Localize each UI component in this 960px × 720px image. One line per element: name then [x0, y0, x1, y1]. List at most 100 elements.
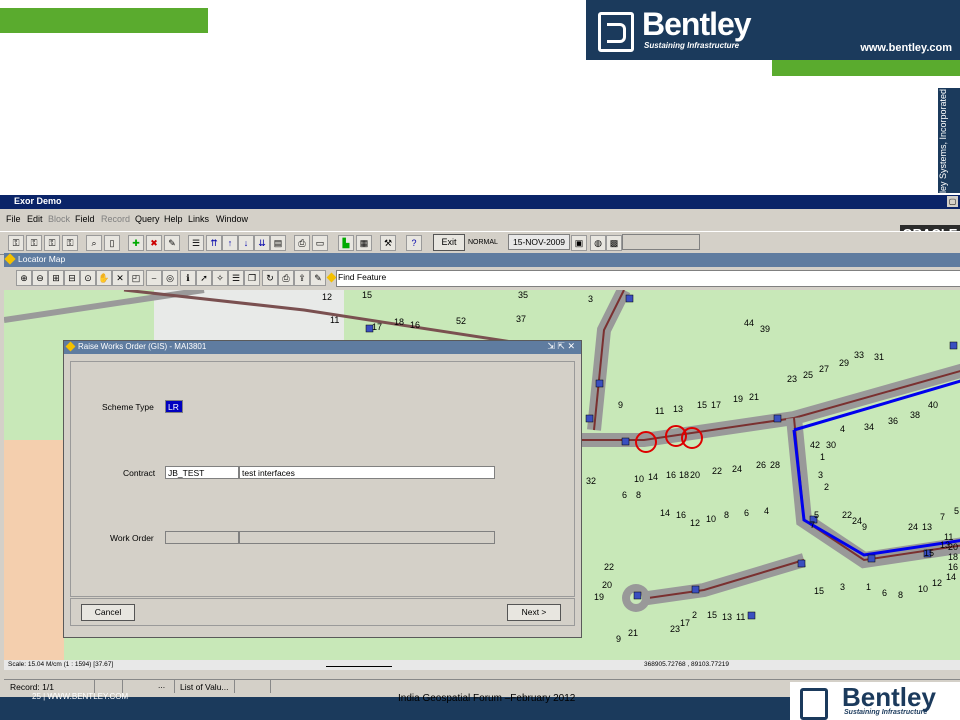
zoom-out-icon[interactable]: ⊖ — [32, 270, 48, 286]
export-icon[interactable]: ⇪ — [294, 270, 310, 286]
coordinates-text: 368905.72768 , 89103.77219 — [644, 661, 729, 668]
tag-icon[interactable]: ✧ — [212, 270, 228, 286]
first-record-icon[interactable]: ⇈ — [206, 235, 222, 251]
map-house-number: 13 — [722, 612, 732, 622]
info-icon[interactable]: ℹ — [180, 270, 196, 286]
dialog-window-controls[interactable]: ⇲ ⇱ ✕ — [547, 341, 575, 352]
grid-icon[interactable]: ▩ — [606, 235, 622, 251]
map-house-number: 17 — [711, 400, 721, 410]
document-icon[interactable]: ▯ — [104, 235, 120, 251]
exit-button[interactable]: Exit — [433, 234, 465, 251]
select-point-icon[interactable]: ◎ — [162, 270, 178, 286]
menu-field[interactable]: Field — [75, 214, 95, 224]
map-house-number: 42 — [810, 440, 820, 450]
contract-description-field[interactable]: test interfaces — [239, 466, 495, 479]
tools-icon[interactable]: ⚒ — [380, 235, 396, 251]
locator-map-title: Locator Map — [18, 254, 66, 264]
map-house-number: 5 — [954, 506, 959, 516]
search-icon[interactable]: ⌕ — [86, 235, 102, 251]
map-house-number: 8 — [898, 590, 903, 600]
globe-icon[interactable]: ◍ — [590, 235, 606, 251]
last-record-icon[interactable]: ⇊ — [254, 235, 270, 251]
logo-text: Bentley — [642, 6, 752, 42]
menu-window[interactable]: Window — [216, 214, 248, 224]
zoom-prev-icon[interactable]: ⊟ — [64, 270, 80, 286]
menu-block[interactable]: Block — [48, 214, 70, 224]
key-next-icon[interactable]: ⚿ — [26, 235, 42, 251]
map-house-number: 19 — [594, 592, 604, 602]
map-house-number: 34 — [864, 422, 874, 432]
map-house-number: 13 — [940, 540, 950, 550]
ruler-icon[interactable]: ⎯ — [146, 270, 162, 286]
ellipsis-text: ... — [158, 680, 166, 690]
map-house-number: 35 — [518, 290, 528, 300]
list-icon[interactable]: ☰ — [188, 235, 204, 251]
map-house-number: 20 — [602, 580, 612, 590]
menu-links[interactable]: Links — [188, 214, 209, 224]
record-count: Record: 1/1 — [10, 682, 54, 692]
right-green-bar — [772, 60, 960, 76]
menu-query[interactable]: Query — [135, 214, 160, 224]
menu-help[interactable]: Help — [164, 214, 183, 224]
map-house-number: 5 — [814, 510, 819, 520]
folder-icon[interactable]: ▭ — [312, 235, 328, 251]
table-icon[interactable]: ▤ — [270, 235, 286, 251]
map-house-number: 14 — [648, 472, 658, 482]
delete-record-icon[interactable]: ✖ — [146, 235, 162, 251]
next-record-icon[interactable]: ↓ — [238, 235, 254, 251]
menu-edit[interactable]: Edit — [27, 214, 43, 224]
diamond-icon — [4, 253, 16, 265]
map-house-number: 39 — [760, 324, 770, 334]
measure-icon[interactable]: ◰ — [128, 270, 144, 286]
pencil-icon[interactable]: ✎ — [310, 270, 326, 286]
menu-record[interactable]: Record — [101, 214, 130, 224]
find-feature-field[interactable] — [336, 270, 960, 287]
map-house-number: 13 — [673, 404, 683, 414]
map-icon[interactable]: ▦ — [356, 235, 372, 251]
key-tree-icon[interactable]: ⚿ — [44, 235, 60, 251]
copy-icon[interactable]: ❐ — [244, 270, 260, 286]
map-house-number: 31 — [874, 352, 884, 362]
map-house-number: 17 — [372, 322, 382, 332]
map-house-number: 24 — [908, 522, 918, 532]
layers-icon[interactable]: ☰ — [228, 270, 244, 286]
zoom-full-icon[interactable]: ⊙ — [80, 270, 96, 286]
footer-event-title: India Geospatial Forum –February 2012 — [398, 693, 576, 704]
dialog-diamond-icon — [65, 341, 76, 352]
zoom-in-icon[interactable]: ⊕ — [16, 270, 32, 286]
previous-record-icon[interactable]: ↑ — [222, 235, 238, 251]
help-icon[interactable]: ? — [406, 235, 422, 251]
menu-file[interactable]: File — [6, 214, 21, 224]
map-house-number: 4 — [764, 506, 769, 516]
print-icon[interactable]: ⎙ — [294, 235, 310, 251]
print-map-icon[interactable]: ⎙ — [278, 270, 294, 286]
map-house-number: 3 — [818, 470, 823, 480]
work-order-code-field — [165, 531, 239, 544]
window-control-button[interactable]: ▢ — [947, 196, 958, 207]
zoom-box-icon[interactable]: ⊞ — [48, 270, 64, 286]
map-house-number: 22 — [604, 562, 614, 572]
key-icon[interactable]: ⚿ — [8, 235, 24, 251]
map-house-number: 12 — [322, 292, 332, 302]
scheme-type-label: Scheme Type — [102, 402, 154, 412]
next-button[interactable]: Next > — [507, 604, 561, 621]
refresh-icon[interactable]: ↻ — [262, 270, 278, 286]
scheme-type-field[interactable]: LR — [165, 400, 183, 413]
map-house-number: 10 — [918, 584, 928, 594]
chart-icon[interactable]: ▙ — [338, 235, 354, 251]
key-clear-icon[interactable]: ⚿ — [62, 235, 78, 251]
contract-code-field[interactable]: JB_TEST — [165, 466, 239, 479]
calendar-icon[interactable]: ▣ — [571, 235, 587, 251]
clear-icon[interactable]: ✎ — [164, 235, 180, 251]
insert-record-icon[interactable]: ✚ — [128, 235, 144, 251]
select-arrow-icon[interactable]: ➚ — [196, 270, 212, 286]
cancel-button[interactable]: Cancel — [81, 604, 135, 621]
map-house-number: 12 — [690, 518, 700, 528]
map-house-number: 36 — [888, 416, 898, 426]
map-house-number: 11 — [655, 406, 664, 416]
pan-hand-icon[interactable]: ✋ — [96, 270, 112, 286]
map-house-number: 6 — [622, 490, 627, 500]
map-house-number: 29 — [839, 358, 849, 368]
map-house-number: 40 — [928, 400, 938, 410]
crosshair-icon[interactable]: ✕ — [112, 270, 128, 286]
